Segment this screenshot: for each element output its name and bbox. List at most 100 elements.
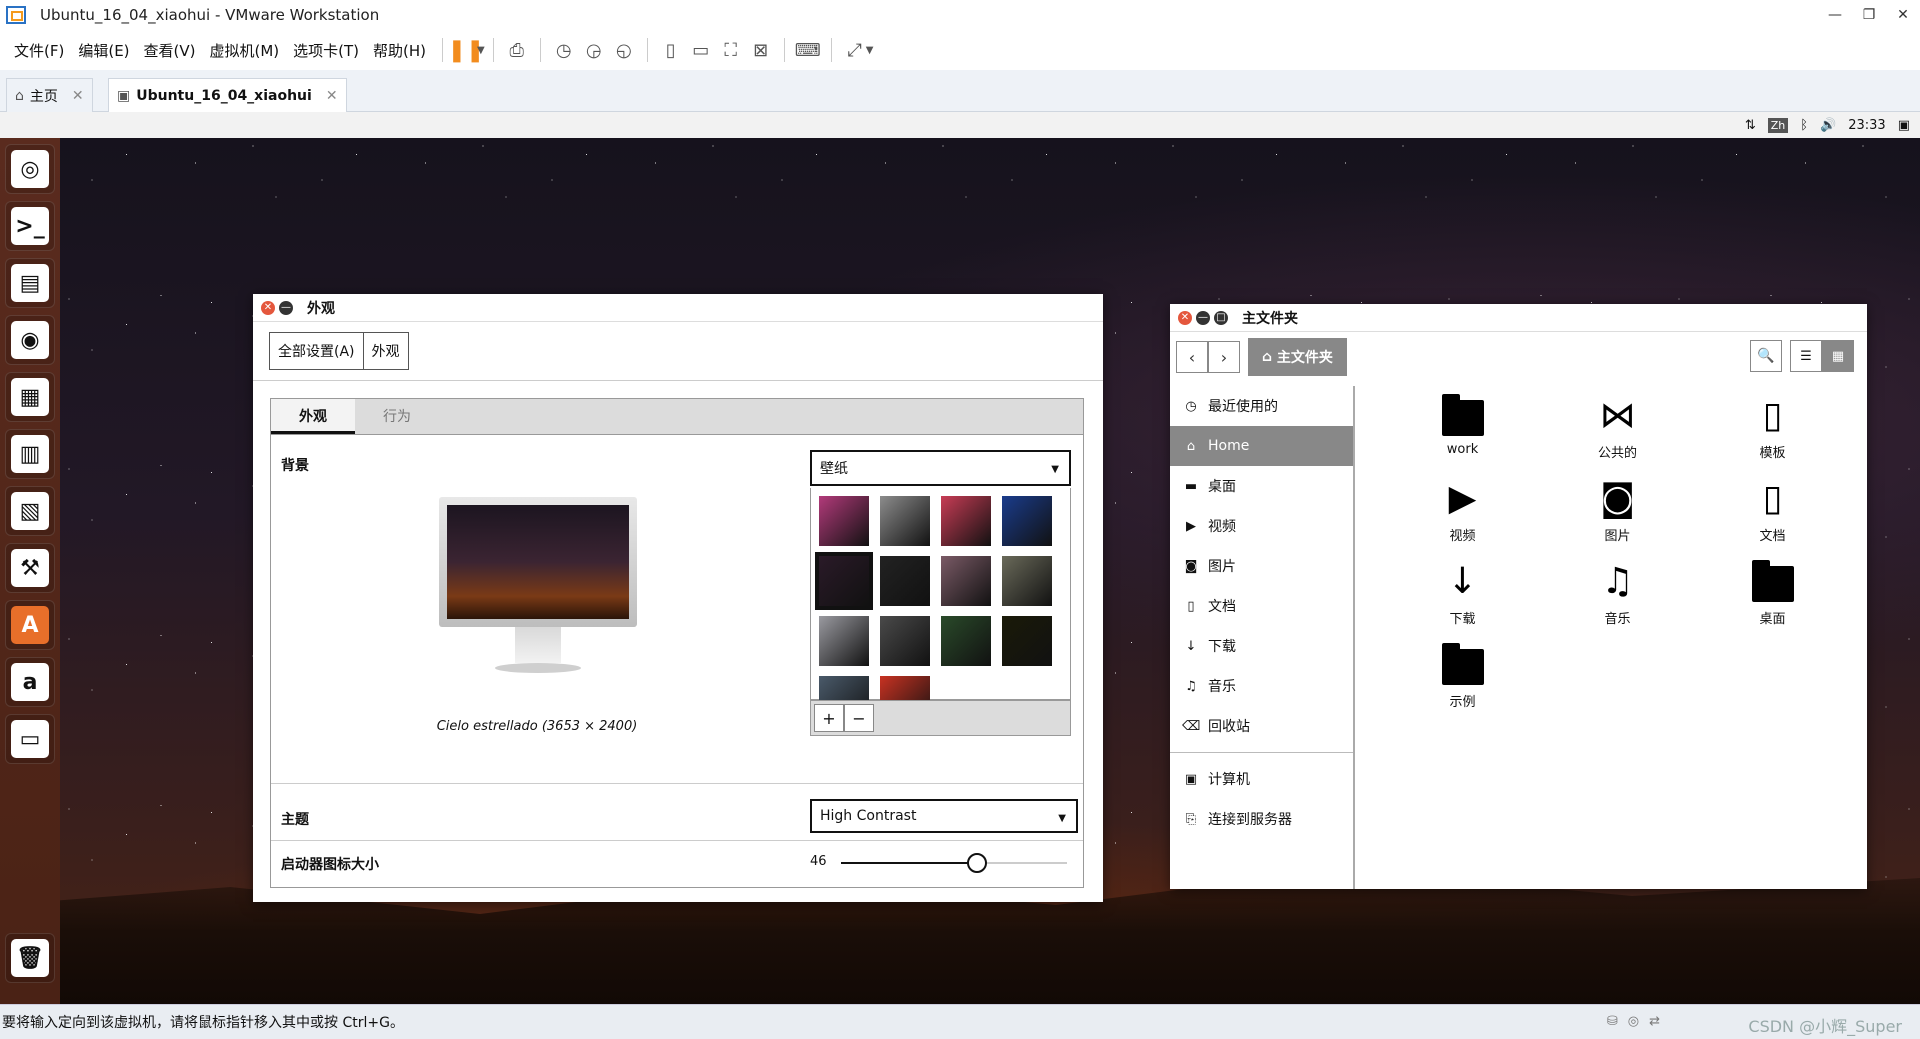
console-view-icon[interactable]: ⌨ [793, 35, 823, 65]
launcher-terminal[interactable]: >_ [5, 201, 55, 251]
launcher-firefox[interactable]: ◉ [5, 315, 55, 365]
launcher-software[interactable]: A [5, 600, 55, 650]
input-method-indicator[interactable]: Zh [1767, 117, 1789, 133]
close-icon[interactable]: ✕ [1886, 0, 1920, 30]
sidebar-item[interactable]: ⌫ 回收站 [1170, 706, 1353, 746]
sidebar-item[interactable]: ◷ 最近使用的 [1170, 386, 1353, 426]
network-adapter-icon[interactable]: ⇄ [1649, 1014, 1660, 1029]
session-icon[interactable]: ▣ [1898, 118, 1910, 133]
launcher-files[interactable]: ▤ [5, 258, 55, 308]
network-icon[interactable]: ⇅ [1745, 118, 1756, 133]
wallpaper-thumbnail[interactable] [1002, 616, 1052, 666]
launcher-settings[interactable]: ⚒ [5, 543, 55, 593]
path-home-button[interactable]: ⌂ 主文件夹 [1248, 338, 1347, 376]
remove-wallpaper-button[interactable]: − [844, 704, 874, 732]
hdd-icon[interactable]: ⛁ [1607, 1014, 1618, 1029]
launcher-calc[interactable]: ▥ [5, 429, 55, 479]
file-item[interactable]: ▶ 视频 [1385, 475, 1540, 558]
cd-icon[interactable]: ◎ [1628, 1014, 1639, 1029]
menu-view[interactable]: 查看(V) [144, 40, 196, 61]
launcher-impress[interactable]: ▧ [5, 486, 55, 536]
tab-home[interactable]: ⌂ 主页 ✕ [6, 78, 93, 112]
wallpaper-thumbnail[interactable] [819, 496, 869, 546]
launcher-amazon[interactable]: a [5, 657, 55, 707]
file-item[interactable]: ↓ 下载 [1385, 558, 1540, 641]
sidebar-item[interactable]: ▬ 桌面 [1170, 466, 1353, 506]
tab-appearance[interactable]: 外观 [271, 399, 355, 434]
sidebar-item[interactable]: ↓ 下载 [1170, 626, 1353, 666]
launcher-dash[interactable]: ◎ [5, 144, 55, 194]
sidebar-item[interactable]: ▣ 计算机 [1170, 759, 1353, 799]
sidebar-item[interactable]: ⎘ 连接到服务器 [1170, 799, 1353, 839]
launcher-trash[interactable]: 🗑 [5, 933, 55, 983]
close-icon[interactable]: ✕ [326, 88, 338, 104]
snapshot-manager-icon[interactable]: ◵ [609, 35, 639, 65]
wallpaper-source-select[interactable]: 壁纸 ▼ [810, 450, 1071, 486]
file-item[interactable]: ▯ 模板 [1695, 392, 1850, 475]
menu-file[interactable]: 文件(F) [14, 40, 64, 61]
launcher-display[interactable]: ▭ [5, 714, 55, 764]
minimize-icon[interactable]: — [279, 300, 293, 315]
wallpaper-thumbnail[interactable] [815, 552, 873, 610]
send-ctrl-alt-del-icon[interactable]: ⎙ [502, 35, 532, 65]
wallpaper-thumbnail[interactable] [941, 616, 991, 666]
icon-size-slider[interactable] [841, 853, 1067, 873]
appearance-crumb[interactable]: 外观 [364, 333, 408, 369]
forward-button[interactable]: › [1208, 341, 1240, 373]
grid-view-icon[interactable]: ▦ [1822, 340, 1854, 372]
slider-handle[interactable] [966, 853, 987, 873]
launcher-writer[interactable]: ▦ [5, 372, 55, 422]
revert-snapshot-icon[interactable]: ◶ [579, 35, 609, 65]
tab-behavior[interactable]: 行为 [355, 399, 439, 434]
menu-tabs[interactable]: 选项卡(T) [293, 40, 359, 61]
search-icon[interactable]: 🔍 [1750, 340, 1782, 372]
file-item[interactable]: work [1385, 392, 1540, 475]
menu-edit[interactable]: 编辑(E) [78, 40, 129, 61]
wallpaper-thumbnail[interactable] [880, 616, 930, 666]
file-item[interactable]: ♫ 音乐 [1540, 558, 1695, 641]
wallpaper-thumbnail[interactable] [880, 496, 930, 546]
unity-icon[interactable]: ⊠ [746, 35, 776, 65]
file-item[interactable]: ⋈ 公共的 [1540, 392, 1695, 475]
fullscreen-icon[interactable]: ⛶ [716, 35, 746, 65]
bluetooth-icon[interactable]: ᛒ [1800, 118, 1808, 133]
sidebar-item[interactable]: ▶ 视频 [1170, 506, 1353, 546]
close-icon[interactable]: ✕ [261, 300, 275, 315]
list-view-icon[interactable]: ☰ [1790, 340, 1822, 372]
library-view-icon[interactable]: ▯ [656, 35, 686, 65]
close-icon[interactable]: ✕ [72, 88, 84, 104]
wallpaper-thumbnail[interactable] [1002, 556, 1052, 606]
sidebar-item[interactable]: ⌂ Home [1170, 426, 1353, 466]
volume-icon[interactable]: 🔊 [1820, 118, 1836, 133]
maximize-icon[interactable]: □ [1214, 310, 1228, 325]
restore-icon[interactable]: ❐ [1852, 0, 1886, 30]
chevron-down-icon[interactable]: ▼ [477, 45, 485, 56]
add-wallpaper-button[interactable]: + [814, 704, 844, 732]
all-settings-button[interactable]: 全部设置(A) [270, 333, 364, 369]
sidebar-item[interactable]: ▯ 文档 [1170, 586, 1353, 626]
minimize-icon[interactable]: — [1196, 310, 1210, 325]
sidebar-item[interactable]: ◙ 图片 [1170, 546, 1353, 586]
wallpaper-thumbnail[interactable] [819, 616, 869, 666]
tab-vm[interactable]: ▣ Ubuntu_16_04_xiaohui ✕ [108, 78, 347, 113]
guest-desktop[interactable]: ⇅ Zh ᛒ 🔊 23:33 ▣ ◎ >_ ▤ ◉ ▦ ▥ ▧ ⚒ A a ▭ … [0, 112, 1920, 1004]
theme-select[interactable]: High Contrast ▼ [810, 799, 1078, 833]
wallpaper-thumbnail[interactable] [880, 556, 930, 606]
sidebar-item[interactable]: ♫ 音乐 [1170, 666, 1353, 706]
file-item[interactable]: ◙ 图片 [1540, 475, 1695, 558]
thumbnail-view-icon[interactable]: ▭ [686, 35, 716, 65]
menu-vm[interactable]: 虚拟机(M) [210, 40, 280, 61]
wallpaper-thumbnail[interactable] [941, 496, 991, 546]
panel-clock[interactable]: 23:33 [1848, 118, 1885, 133]
wallpaper-thumbnail[interactable] [941, 556, 991, 606]
file-item[interactable]: 桌面 [1695, 558, 1850, 641]
chevron-down-icon[interactable]: ▼ [866, 45, 874, 56]
back-button[interactable]: ‹ [1176, 341, 1208, 373]
menu-help[interactable]: 帮助(H) [373, 40, 426, 61]
minimize-icon[interactable]: — [1818, 0, 1852, 30]
file-item[interactable]: ▯ 文档 [1695, 475, 1850, 558]
close-icon[interactable]: ✕ [1178, 310, 1192, 325]
wallpaper-thumbnail[interactable] [1002, 496, 1052, 546]
snapshot-icon[interactable]: ◷ [549, 35, 579, 65]
file-item[interactable]: 示例 [1385, 641, 1540, 724]
